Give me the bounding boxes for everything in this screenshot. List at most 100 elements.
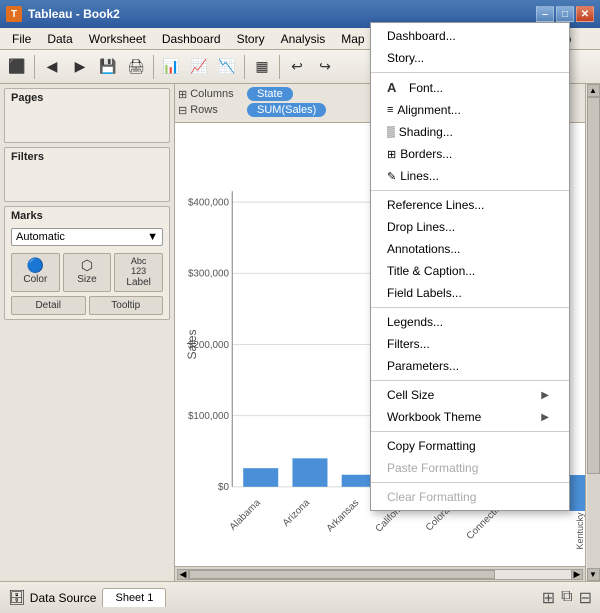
scroll-down-btn[interactable]: ▼ bbox=[587, 568, 600, 581]
dd-annotations[interactable]: Annotations... bbox=[371, 238, 569, 260]
dd-sep-4 bbox=[371, 380, 569, 381]
dd-font[interactable]: A Font... bbox=[371, 76, 569, 99]
marks-tooltip-btn[interactable]: Tooltip bbox=[89, 296, 164, 315]
marks-tooltip-label: Tooltip bbox=[111, 300, 140, 311]
dd-ref-lines[interactable]: Reference Lines... bbox=[371, 194, 569, 216]
datasource-tab[interactable]: 🗄 Data Source bbox=[8, 589, 96, 606]
datasource-label: Data Source bbox=[30, 591, 97, 605]
filters-section: Filters bbox=[4, 147, 170, 202]
dd-field-labels[interactable]: Field Labels... bbox=[371, 282, 569, 304]
pages-body bbox=[5, 107, 169, 142]
toolbar-forward[interactable]: ▶ bbox=[67, 54, 93, 80]
dd-dashboard[interactable]: Dashboard... bbox=[371, 25, 569, 47]
toolbar-save[interactable]: 💾 bbox=[95, 54, 121, 80]
toolbar-sep-2 bbox=[153, 55, 154, 79]
marks-color-btn[interactable]: 🔵 Color bbox=[11, 253, 60, 292]
dd-parameters[interactable]: Parameters... bbox=[371, 355, 569, 377]
marks-color-label: Color bbox=[23, 274, 47, 285]
toolbar-undo[interactable]: ↩ bbox=[284, 54, 310, 80]
marks-detail-btn[interactable]: Detail bbox=[11, 296, 86, 315]
y-tick-2: $200,000 bbox=[188, 340, 230, 351]
sort-icon[interactable]: ⊟ bbox=[579, 588, 592, 608]
borders-icon: ⊞ bbox=[387, 148, 396, 161]
marks-label-label: Label bbox=[126, 277, 150, 288]
dd-lines[interactable]: ✎ Lines... bbox=[371, 165, 569, 187]
dd-shading[interactable]: ▒ Shading... bbox=[371, 121, 569, 143]
columns-label: ⊞ Columns bbox=[178, 88, 243, 101]
dd-drop-lines[interactable]: Drop Lines... bbox=[371, 216, 569, 238]
menu-data[interactable]: Data bbox=[39, 30, 80, 48]
dd-title-caption[interactable]: Title & Caption... bbox=[371, 260, 569, 282]
pages-header: Pages bbox=[5, 89, 169, 107]
h-scrollbar-track[interactable] bbox=[189, 569, 571, 580]
toolbar-chart1[interactable]: 📊 bbox=[158, 54, 184, 80]
x-label-arkansas: Arkansas bbox=[325, 497, 362, 534]
filters-header: Filters bbox=[5, 148, 169, 166]
marks-detail-row: Detail Tooltip bbox=[5, 296, 169, 319]
rows-pill[interactable]: SUM(Sales) bbox=[247, 103, 326, 117]
y-tick-4: $400,000 bbox=[188, 198, 230, 209]
shading-icon: ▒ bbox=[387, 126, 395, 138]
h-scrollbar[interactable]: ◀ ▶ bbox=[175, 566, 585, 581]
menu-worksheet[interactable]: Worksheet bbox=[81, 30, 154, 48]
menu-analysis[interactable]: Analysis bbox=[273, 30, 334, 48]
h-scrollbar-thumb[interactable] bbox=[189, 570, 495, 579]
alignment-icon: ≡ bbox=[387, 104, 393, 116]
v-scrollbar-track[interactable] bbox=[587, 97, 600, 568]
marks-type-dropdown[interactable]: Automatic ▼ bbox=[11, 228, 163, 246]
font-a-icon: A bbox=[387, 80, 403, 95]
dd-cell-size[interactable]: Cell Size ▶ bbox=[371, 384, 569, 406]
dd-sep-3 bbox=[371, 307, 569, 308]
marks-label-btn[interactable]: Abc123 Label bbox=[114, 253, 163, 292]
dd-copy-formatting[interactable]: Copy Formatting bbox=[371, 435, 569, 457]
columns-pill[interactable]: State bbox=[247, 87, 293, 101]
menu-map[interactable]: Map bbox=[333, 30, 372, 48]
status-bar: 🗄 Data Source Sheet 1 ⊞ ⧉ ⊟ bbox=[0, 581, 600, 613]
dd-sep-5 bbox=[371, 431, 569, 432]
dd-legends[interactable]: Legends... bbox=[371, 311, 569, 333]
close-button[interactable]: ✕ bbox=[576, 6, 594, 22]
new-sheet-icon[interactable]: ⊞ bbox=[542, 588, 555, 608]
toolbar-chart2[interactable]: 📈 bbox=[186, 54, 212, 80]
dd-clear-formatting: Clear Formatting bbox=[371, 486, 569, 508]
menu-file[interactable]: File bbox=[4, 30, 39, 48]
scroll-left-btn[interactable]: ◀ bbox=[177, 569, 189, 580]
maximize-button[interactable]: □ bbox=[556, 6, 574, 22]
duplicate-icon[interactable]: ⧉ bbox=[561, 588, 572, 608]
toolbar-redo[interactable]: ↪ bbox=[312, 54, 338, 80]
v-scrollbar-panel[interactable]: ▲ ▼ bbox=[585, 84, 600, 581]
marks-section: Marks Automatic ▼ 🔵 Color ⬡ Size Abc123 … bbox=[4, 206, 170, 320]
toolbar-back[interactable]: ◀ bbox=[39, 54, 65, 80]
toolbar-filter[interactable]: ▦ bbox=[249, 54, 275, 80]
lines-icon: ✎ bbox=[387, 170, 396, 183]
dd-story[interactable]: Story... bbox=[371, 47, 569, 69]
scroll-right-btn[interactable]: ▶ bbox=[571, 569, 583, 580]
dd-workbook-theme[interactable]: Workbook Theme ▶ bbox=[371, 406, 569, 428]
y-tick-3: $300,000 bbox=[188, 269, 230, 280]
dd-paste-formatting: Paste Formatting bbox=[371, 457, 569, 479]
minimize-button[interactable]: – bbox=[536, 6, 554, 22]
sheet1-tab[interactable]: Sheet 1 bbox=[102, 588, 166, 607]
dd-alignment[interactable]: ≡ Alignment... bbox=[371, 99, 569, 121]
dd-borders[interactable]: ⊞ Borders... bbox=[371, 143, 569, 165]
label-icon: Abc123 bbox=[117, 257, 160, 277]
toolbar-print[interactable]: 🖨 bbox=[123, 54, 149, 80]
left-panel: Pages Filters Marks Automatic ▼ 🔵 Color … bbox=[0, 84, 175, 581]
columns-grid-icon: ⊞ bbox=[178, 88, 187, 101]
y-tick-1: $100,000 bbox=[188, 411, 230, 422]
marks-size-btn[interactable]: ⬡ Size bbox=[63, 253, 112, 292]
dd-filters[interactable]: Filters... bbox=[371, 333, 569, 355]
menu-dashboard[interactable]: Dashboard bbox=[154, 30, 229, 48]
datasource-icon: 🗄 bbox=[8, 589, 26, 606]
v-scrollbar-thumb[interactable] bbox=[587, 97, 600, 474]
dropdown-arrow-icon: ▼ bbox=[147, 231, 158, 243]
x-label-arizona: Arizona bbox=[281, 497, 313, 529]
marks-type-label: Automatic bbox=[16, 231, 65, 243]
toolbar-chart3[interactable]: 📉 bbox=[214, 54, 240, 80]
filters-body bbox=[5, 166, 169, 201]
y-tick-0: $0 bbox=[218, 482, 229, 493]
dd-sep-1 bbox=[371, 72, 569, 73]
scroll-up-btn[interactable]: ▲ bbox=[587, 84, 600, 97]
menu-story[interactable]: Story bbox=[229, 30, 273, 48]
toolbar-new[interactable]: ⬛ bbox=[4, 54, 30, 80]
